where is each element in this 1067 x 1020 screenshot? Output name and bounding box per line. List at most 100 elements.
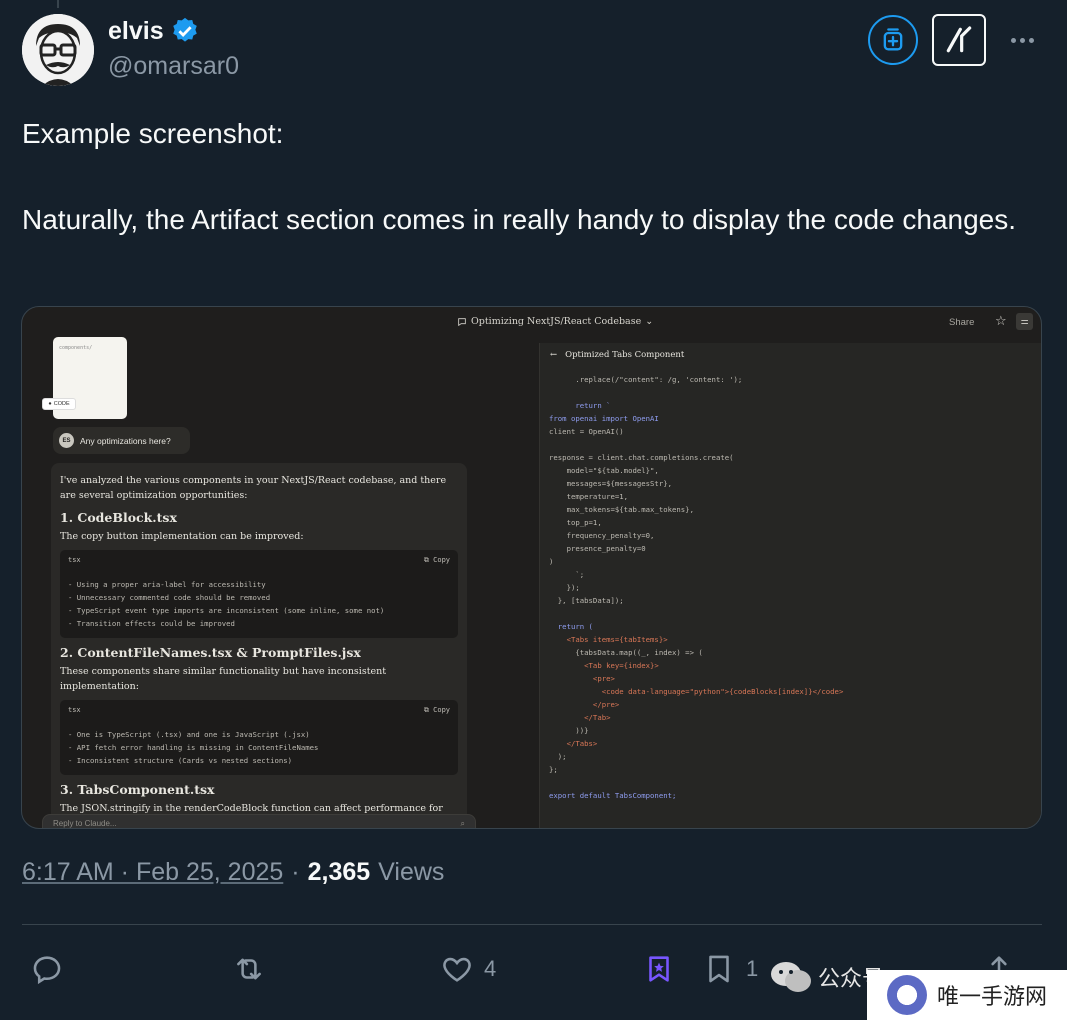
artifact-code-line: top_p=1, (549, 518, 602, 527)
artifact-code-line: client = OpenAI() (549, 427, 624, 436)
repost-button[interactable] (232, 945, 266, 993)
reply-input-placeholder: Reply to Claude... (53, 819, 117, 828)
artifact-code-line: response = client.chat.completions.creat… (549, 453, 734, 462)
verified-badge-icon[interactable] (170, 16, 200, 46)
artifact-code-line: max_tokens=${tab.max_tokens}, (549, 505, 694, 514)
tweet-meta: 6:17 AM · Feb 25, 2025 · 2,365 Views (22, 858, 444, 887)
author-name[interactable]: elvis (108, 17, 164, 46)
timestamp-link[interactable]: 6:17 AM · Feb 25, 2025 (22, 858, 283, 887)
artifact-code-line: return ` (549, 401, 611, 410)
reply-button[interactable] (30, 945, 64, 993)
grok-button[interactable] (932, 14, 986, 66)
artifact-code-line: ); (549, 752, 567, 761)
settings-sliders-icon: ⚌ (1016, 313, 1033, 330)
more-options-button[interactable] (998, 20, 1046, 60)
reply-icon (33, 956, 61, 985)
user-avatar: ES (59, 433, 74, 448)
section-desc: These components share similar functiona… (60, 666, 387, 692)
chevron-down-icon: ⌄ (645, 316, 654, 327)
code-line: - Inconsistent structure (Cards vs neste… (68, 756, 293, 765)
site-logo-icon (887, 975, 927, 1015)
artifact-code-line (549, 386, 1034, 399)
github-icon: ● (48, 401, 52, 407)
artifact-code-line: ) (549, 557, 554, 566)
like-button[interactable]: 4 (440, 945, 496, 993)
artifact-panel: ← Optimized Tabs Component .replace(/"co… (539, 343, 1041, 828)
avatar-illustration-icon (22, 14, 94, 86)
author-handle[interactable]: @omarsar0 (108, 52, 239, 81)
wechat-icon (771, 962, 811, 992)
meta-separator: · (291, 858, 300, 886)
artifact-code-line (549, 776, 1034, 789)
artifact-code-line: model="${tab.model}", (549, 466, 659, 475)
bookmark-button[interactable]: 1 (702, 945, 758, 993)
thread-connector (57, 0, 59, 8)
more-dot-icon (1010, 37, 1016, 43)
artifact-title: Optimized Tabs Component (565, 350, 685, 360)
like-count: 4 (484, 956, 497, 981)
code-line: - TypeScript event type imports are inco… (68, 606, 385, 615)
code-badge-label: CODE (53, 401, 70, 407)
divider (22, 924, 1042, 925)
code-lang: tsx (68, 556, 81, 564)
artifact-code-line: {tabsData.map((_, index) => ( (549, 648, 703, 657)
add-list-icon (883, 28, 903, 51)
code-line: - One is TypeScript (.tsx) and one is Ja… (68, 730, 310, 739)
author-avatar[interactable] (22, 14, 94, 86)
copy-label: Copy (433, 555, 450, 564)
code-lang: tsx (68, 706, 81, 714)
section-desc: The copy button implementation can be im… (60, 531, 304, 542)
user-message: ES Any optimizations here? (53, 427, 190, 454)
section-heading: 1. CodeBlock.tsx (60, 510, 177, 525)
reply-intro: I've analyzed the various components in … (60, 475, 447, 501)
chat-bubble-icon (458, 317, 466, 326)
artifact-code-line: messages=${messagesStr}, (549, 479, 673, 488)
artifact-code-line: export default TabsComponent; (549, 791, 677, 800)
assistant-reply: I've analyzed the various components in … (51, 463, 467, 828)
artifact-code-line: </Tab> (549, 713, 611, 722)
artifact-code: .replace(/"content": /g, 'content: '); r… (540, 367, 1041, 808)
repost-icon (237, 958, 261, 980)
copy-button: ⧉ Copy (423, 705, 450, 714)
artifact-code-line: frequency_penalty=0, (549, 531, 655, 540)
grok-icon (946, 26, 972, 53)
bookmark-count: 1 (746, 956, 759, 981)
copy-label: Copy (433, 705, 450, 714)
subscribe-button[interactable] (868, 15, 918, 65)
tweet-media-image[interactable]: Optimizing NextJS/React Codebase ⌄ Share… (21, 306, 1042, 829)
code-block: tsx ⧉ Copy - One is TypeScript (.tsx) an… (60, 700, 458, 775)
grok-analyze-button[interactable] (642, 945, 676, 993)
artifact-header: ← Optimized Tabs Component (540, 343, 1041, 367)
artifact-code-line: <pre> (549, 674, 615, 683)
user-message-text: Any optimizations here? (80, 435, 171, 446)
bookmark-icon (709, 955, 729, 983)
section-heading: 2. ContentFileNames.tsx & PromptFiles.js… (60, 645, 361, 660)
artifact-code-line: </pre> (549, 700, 620, 709)
artifact-code-line: }, [tabsData]); (549, 596, 624, 605)
artifact-code-line: from openai import OpenAI (549, 414, 659, 423)
artifact-code-line: temperature=1, (549, 492, 629, 501)
artifact-code-line: return ( (549, 622, 593, 631)
code-line: - Unnecessary commented code should be r… (68, 593, 271, 602)
chat-title: Optimizing NextJS/React Codebase ⌄ (457, 316, 653, 327)
more-dot-icon (1019, 37, 1025, 43)
reply-input: Reply to Claude... ⌕ (42, 814, 476, 828)
copy-button: ⧉ Copy (423, 555, 450, 564)
chat-title-text: Optimizing NextJS/React Codebase (471, 316, 642, 327)
artifact-code-line: <Tab key={index}> (549, 661, 659, 670)
code-line: - Transition effects could be improved (68, 619, 235, 628)
tweet-header: elvis @omarsar0 (22, 14, 1046, 88)
artifact-code-line: <Tabs items={tabItems}> (549, 635, 668, 644)
artifact-code-line: <code data-language="python">{codeBlocks… (549, 687, 844, 696)
artifact-code-line (549, 438, 1034, 451)
artifact-code-line: ))} (549, 726, 589, 735)
artifact-code-line: }); (549, 583, 580, 592)
star-icon: ☆ (995, 313, 1007, 328)
artifact-code-line: }; (549, 765, 558, 774)
artifact-code-line: .replace(/"content": /g, 'content: '); (549, 375, 743, 384)
more-dot-icon (1028, 37, 1034, 43)
heart-icon (443, 957, 471, 982)
tweet-text-line-2: Naturally, the Artifact section comes in… (22, 204, 1017, 235)
header-actions (868, 14, 1046, 66)
grok-bookmark-icon (649, 956, 669, 982)
